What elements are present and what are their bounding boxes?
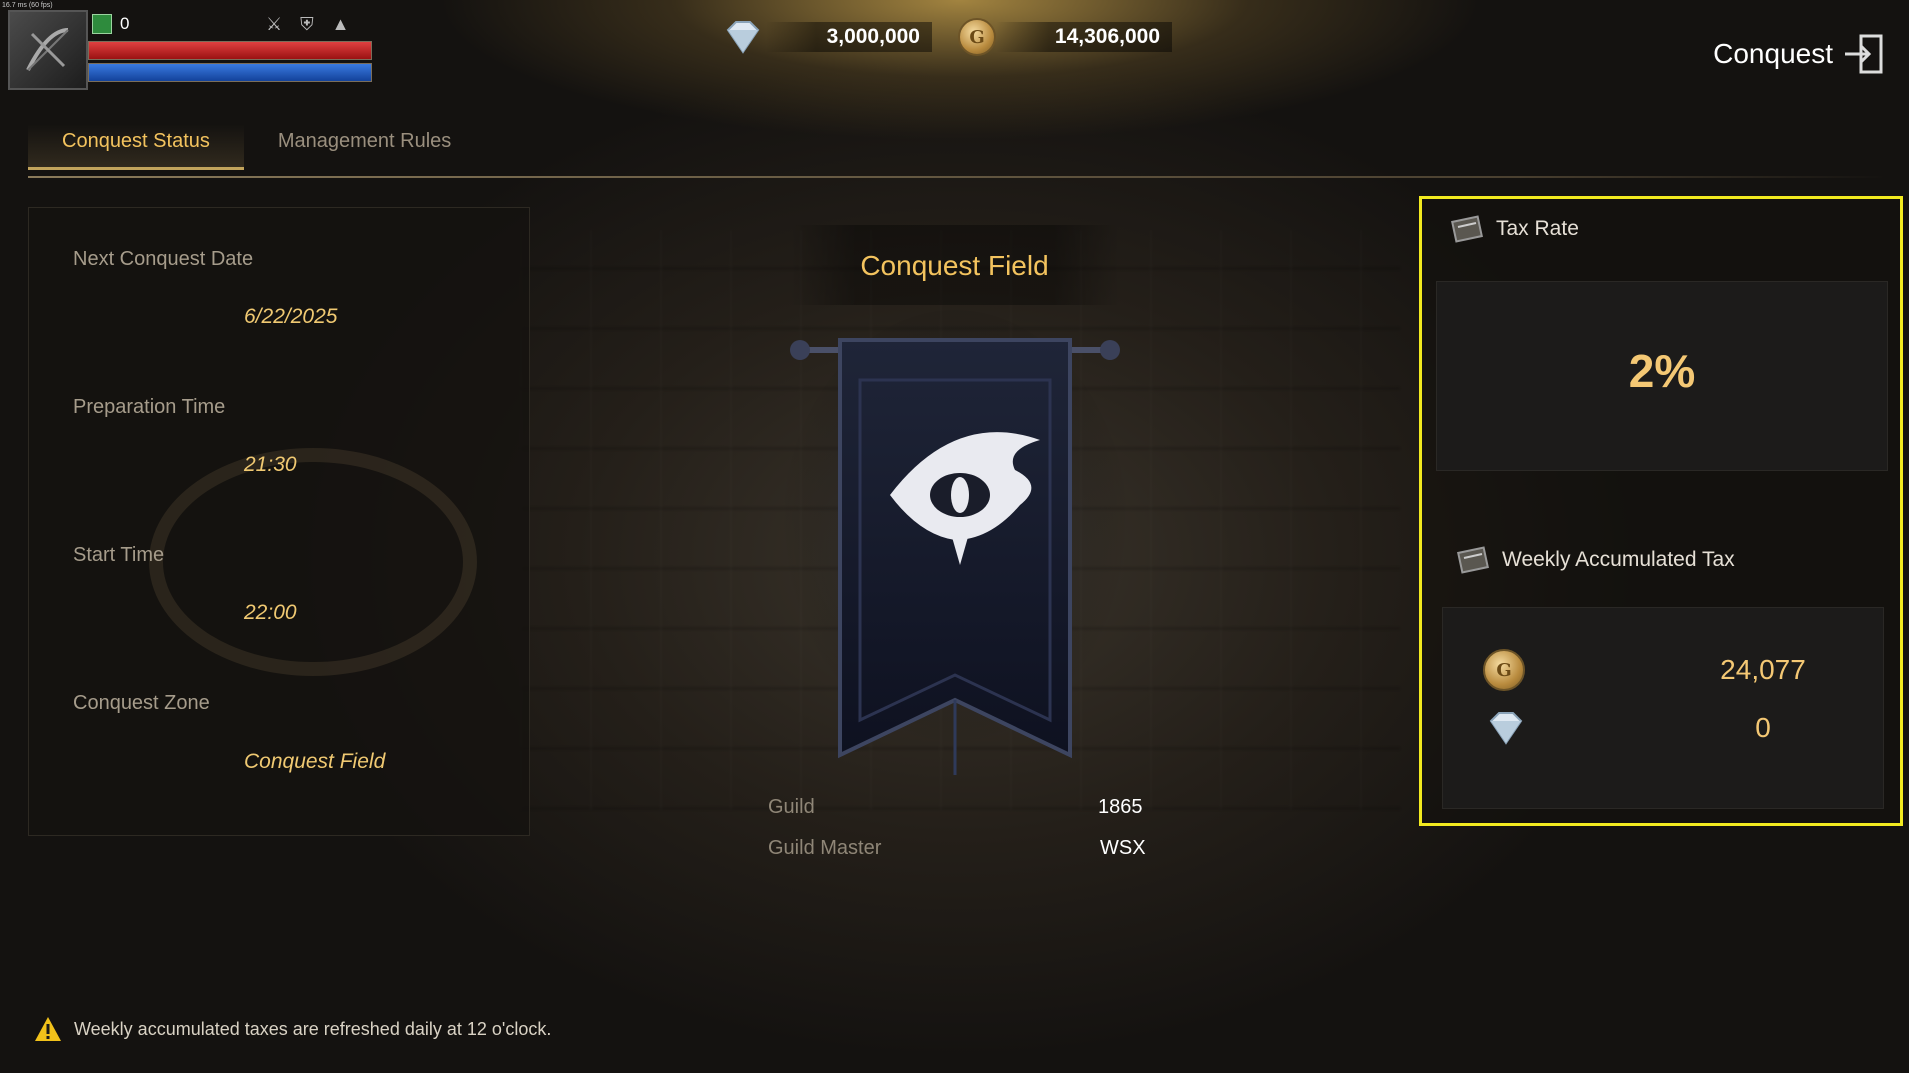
diamond-tax-value: 0 — [1755, 712, 1771, 743]
weekly-tax-label: Weekly Accumulated Tax — [1502, 548, 1735, 571]
tab-management-rules[interactable]: Management Rules — [244, 124, 485, 170]
tab-bar: Conquest Status Management Rules — [28, 124, 485, 170]
shield-icon[interactable]: ⛨ — [300, 14, 314, 35]
inventory-count: 0 — [120, 14, 130, 33]
refresh-notice: Weekly accumulated taxes are refreshed d… — [34, 1016, 551, 1042]
crossed-swords-icon[interactable]: ⚔ — [266, 14, 282, 35]
gold-tax-value: 24,077 — [1720, 654, 1806, 685]
emblem-watermark — [149, 448, 477, 676]
tax-panel: Tax Rate 2% Weekly Accumulated Tax G 24,… — [1419, 196, 1903, 826]
tab-conquest-status[interactable]: Conquest Status — [28, 124, 244, 170]
weekly-tax-box: G 24,077 0 — [1442, 607, 1884, 809]
bow-icon — [26, 28, 69, 71]
inventory-counter[interactable]: 0 — [92, 14, 129, 34]
gold-coin-icon: G — [1483, 649, 1525, 691]
start-time-label: Start Time — [73, 544, 165, 566]
next-date-value: 6/22/2025 — [244, 305, 338, 328]
scroll-icon — [1457, 546, 1489, 574]
schedule-panel: Next Conquest Date 6/22/2025 Preparation… — [28, 207, 530, 836]
tax-rate-value: 2% — [1628, 345, 1696, 397]
weekly-tax-header: Weekly Accumulated Tax — [1454, 544, 1735, 576]
conquest-zone-value: Conquest Field — [244, 750, 386, 773]
guild-banner — [780, 310, 1130, 775]
bag-icon — [92, 14, 112, 34]
gold-coin-icon: G — [958, 18, 996, 56]
conquest-zone-label: Conquest Zone — [73, 692, 210, 714]
health-bar — [88, 41, 372, 60]
bell-icon[interactable]: ▲ — [332, 14, 350, 35]
guild-master-label: Guild Master — [768, 837, 882, 859]
tax-rate-box: 2% — [1436, 281, 1888, 471]
guild-value[interactable]: 1865 — [1098, 796, 1143, 819]
diamond-tax-row: 0 — [1483, 708, 1883, 748]
warning-icon — [35, 1017, 61, 1041]
fps-readout: 16.7 ms (60 fps) — [2, 2, 53, 9]
start-time-value: 22:00 — [244, 601, 297, 624]
prep-time-value: 21:30 — [244, 453, 297, 476]
gold-amount: 14,306,000 — [1054, 25, 1160, 48]
scroll-icon — [1451, 215, 1483, 243]
guild-label: Guild — [768, 796, 815, 818]
diamond-amount: 3,000,000 — [826, 25, 920, 48]
character-portrait[interactable] — [8, 10, 88, 90]
prep-time-label: Preparation Time — [73, 396, 226, 418]
guild-master-value[interactable]: WSX — [1100, 837, 1146, 860]
currency-bar: 3,000,000 G 14,306,000 — [720, 18, 1172, 56]
tax-rate-label: Tax Rate — [1496, 217, 1579, 240]
page-title: Conquest — [1713, 38, 1833, 69]
diamond-icon — [1489, 712, 1523, 745]
buff-icons: ⚔ ⛨ ▲ — [266, 14, 349, 35]
mana-bar — [88, 63, 372, 82]
exit-icon[interactable] — [1843, 32, 1887, 76]
notice-text: Weekly accumulated taxes are refreshed d… — [74, 1018, 552, 1039]
diamond-icon — [726, 21, 760, 54]
tab-divider — [28, 176, 1887, 178]
gold-tax-row: G 24,077 — [1483, 649, 1883, 691]
tax-rate-header: Tax Rate — [1448, 213, 1579, 245]
